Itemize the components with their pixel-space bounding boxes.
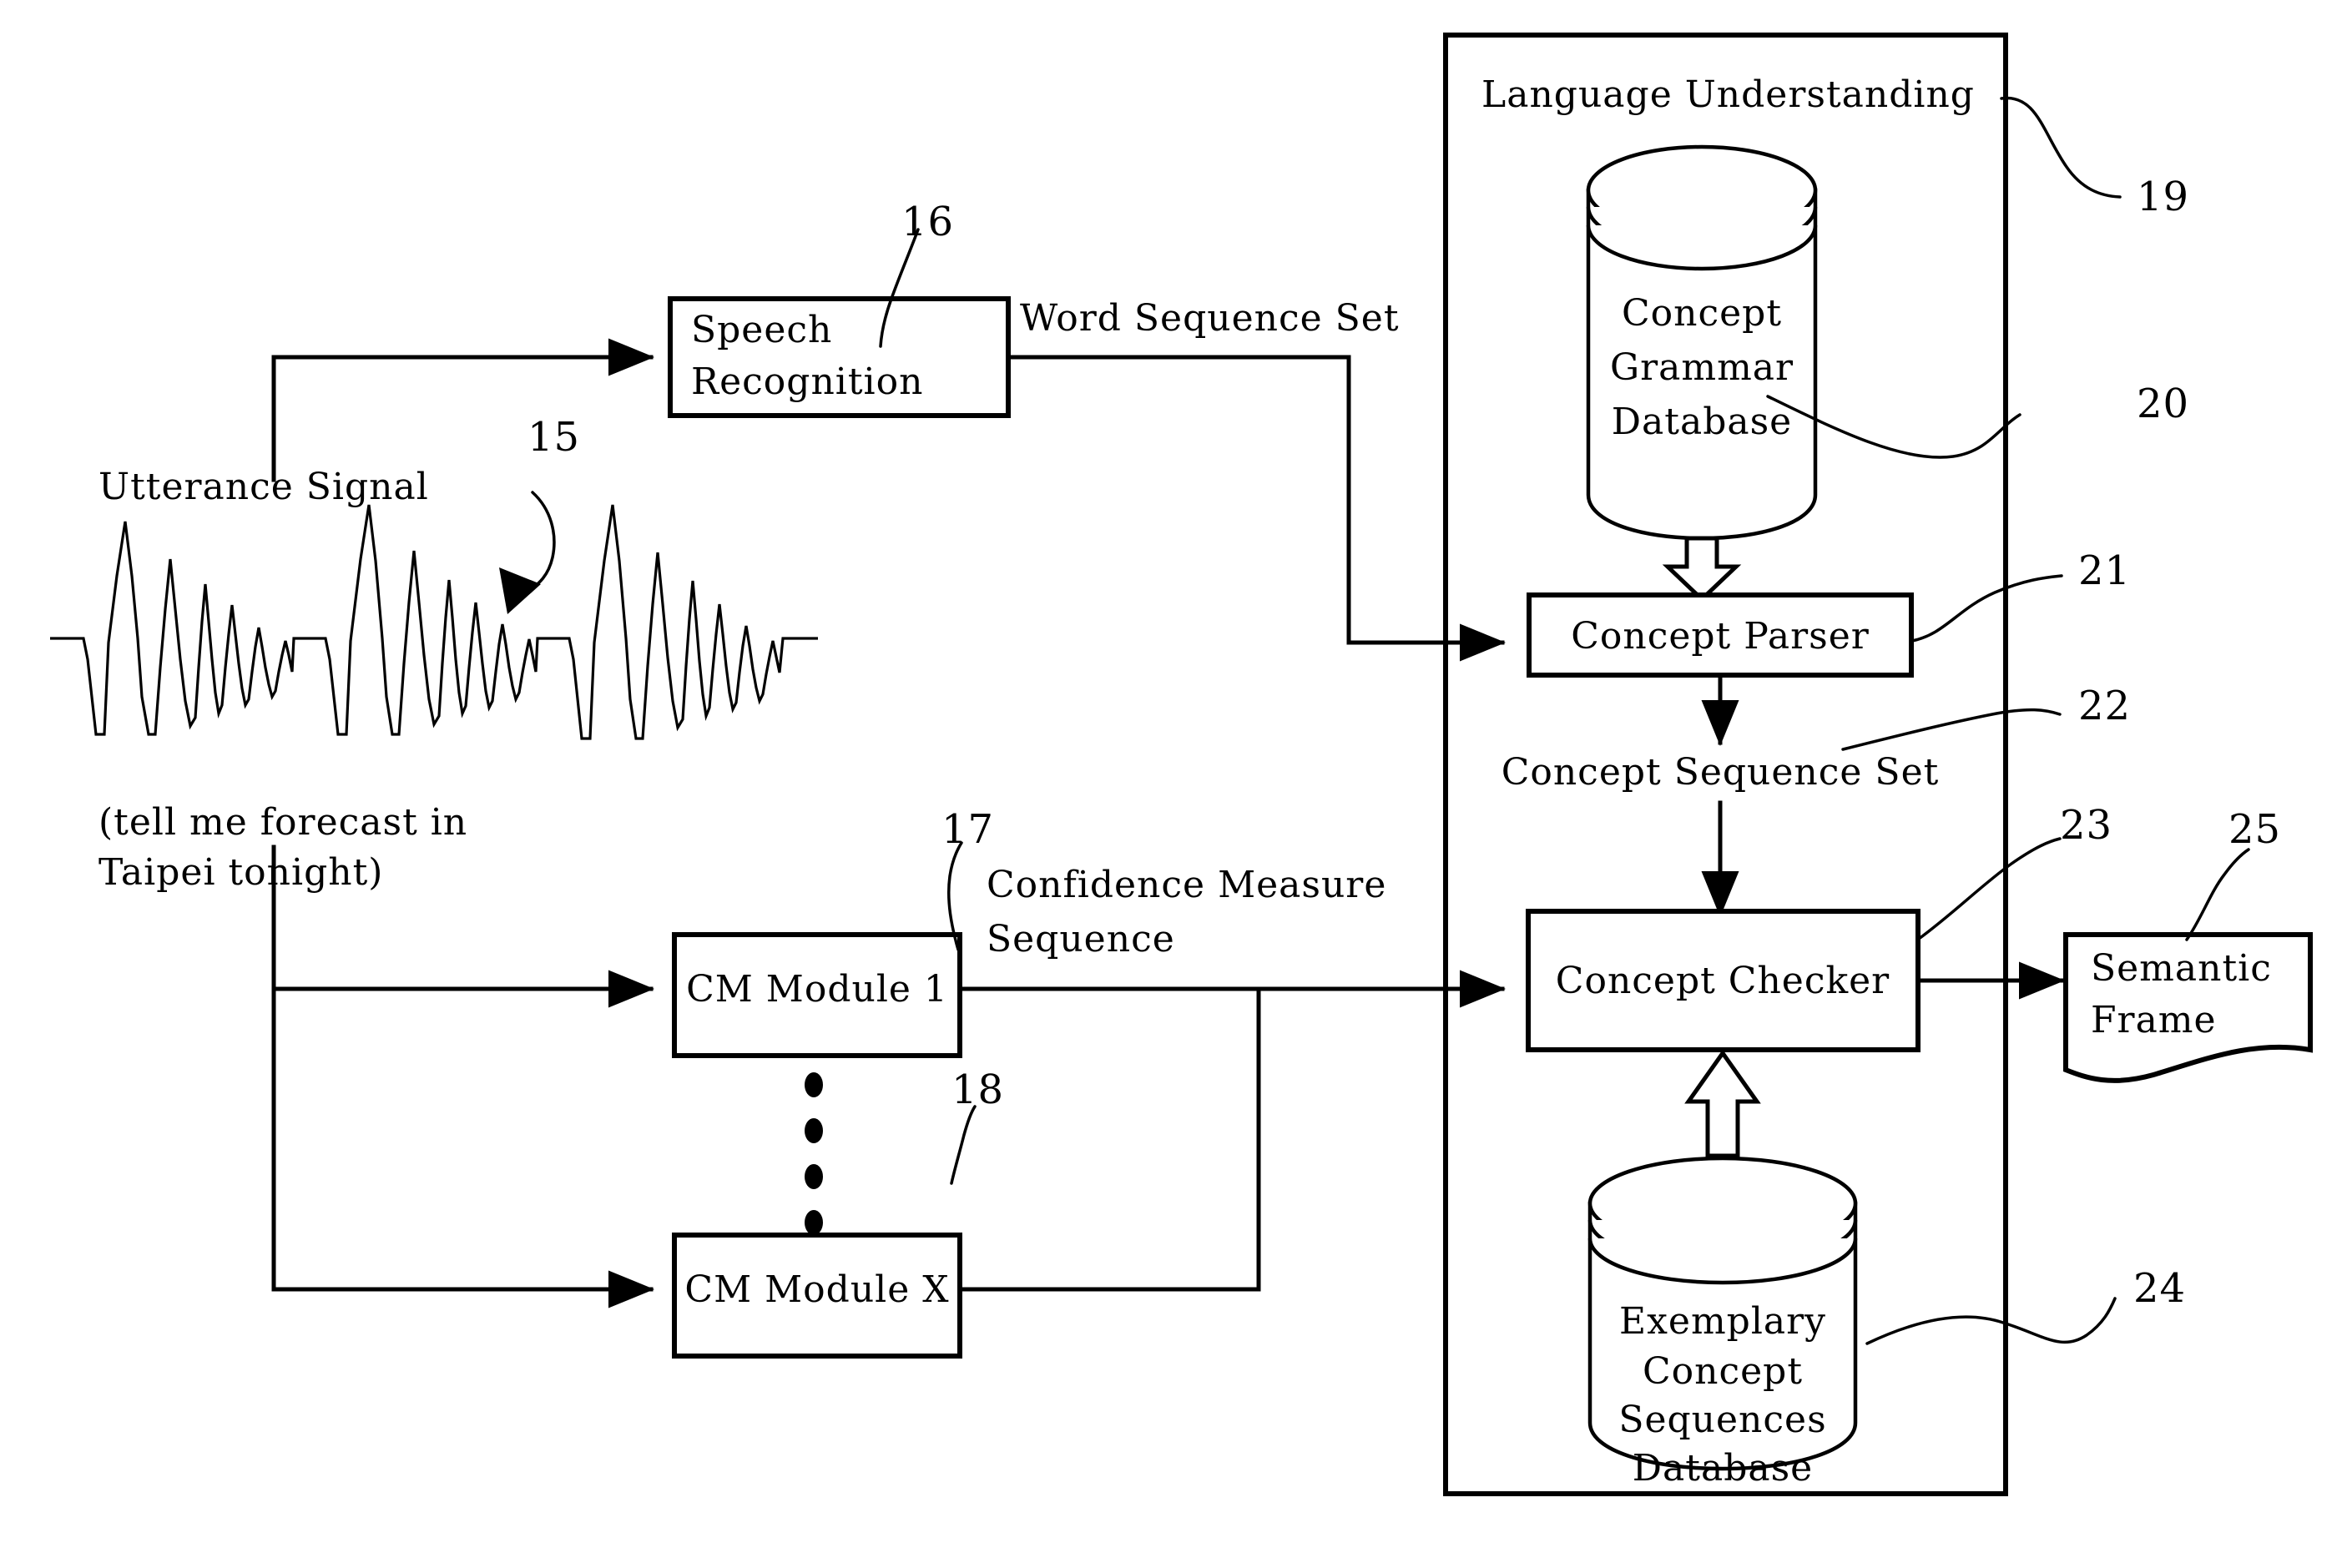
utterance-waveform bbox=[50, 504, 818, 740]
ref-number-24: 24 bbox=[2133, 1265, 2186, 1312]
cm-module-1-group: CM Module 1 17 bbox=[672, 806, 994, 1058]
word-sequence-set-route bbox=[1006, 355, 1507, 662]
semantic-frame-line1: Semantic bbox=[2091, 947, 2272, 990]
ellipsis-dot-3 bbox=[805, 1164, 823, 1189]
ref-number-25: 25 bbox=[2228, 806, 2281, 853]
cm-module-x-label: CM Module X bbox=[684, 1268, 949, 1311]
ref-number-20: 20 bbox=[2137, 381, 2189, 427]
utterance-signal-group: Utterance Signal 15 (tell me forecast in… bbox=[50, 414, 818, 894]
ellipsis-dot-4 bbox=[805, 1210, 823, 1235]
concept-checker-label: Concept Checker bbox=[1556, 960, 1890, 1002]
exemplary-db-line1: Exemplary bbox=[1619, 1300, 1826, 1343]
ellipsis-dot-1 bbox=[805, 1072, 823, 1097]
concept-parser-label: Concept Parser bbox=[1571, 615, 1870, 658]
exemplary-db-line2: Concept bbox=[1643, 1350, 1803, 1393]
confidence-measure-line1: Confidence Measure bbox=[987, 864, 1386, 906]
leader-line-25 bbox=[2185, 848, 2250, 941]
diagram-canvas: Language Understanding 19 Concept Gramma… bbox=[50, 33, 2313, 1496]
leader-line-15 bbox=[529, 491, 556, 591]
semantic-frame-line2: Frame bbox=[2091, 999, 2217, 1041]
exemplary-db-line3: Sequences bbox=[1618, 1399, 1826, 1441]
ref-number-17: 17 bbox=[941, 806, 994, 853]
cm-modules-ellipsis bbox=[805, 1072, 823, 1235]
cm-module-1-label: CM Module 1 bbox=[686, 968, 948, 1011]
speech-recognition-line1: Speech bbox=[691, 309, 832, 351]
ref-number-19: 19 bbox=[2137, 174, 2189, 220]
patent-figure: Language Understanding 19 Concept Gramma… bbox=[0, 0, 2347, 1568]
leader-line-19 bbox=[2000, 96, 2122, 199]
concept-grammar-db-line3: Database bbox=[1612, 401, 1792, 443]
leader-arrowhead-15 bbox=[499, 567, 541, 614]
leader-line-18 bbox=[950, 1105, 977, 1185]
cm-module-x-output-line bbox=[957, 986, 1261, 1292]
confidence-measure-line2: Sequence bbox=[987, 918, 1175, 960]
speech-recognition-line2: Recognition bbox=[691, 360, 923, 403]
concept-grammar-db-line2: Grammar bbox=[1610, 346, 1794, 389]
speech-recognition-group: Speech Recognition 16 bbox=[668, 199, 1011, 418]
utterance-signal-label: Utterance Signal bbox=[98, 466, 429, 508]
utterance-to-cm-module-x-line bbox=[271, 845, 655, 1308]
word-sequence-set-label: Word Sequence Set bbox=[1020, 297, 1400, 340]
ref-number-22: 22 bbox=[2078, 683, 2131, 729]
ref-number-16: 16 bbox=[901, 199, 954, 245]
ref-number-15: 15 bbox=[527, 414, 580, 461]
exemplary-db-line4: Database bbox=[1633, 1447, 1813, 1490]
word-sequence-set-group: Word Sequence Set bbox=[1006, 297, 1507, 662]
ellipsis-dot-2 bbox=[805, 1118, 823, 1143]
cm-module-x-group: CM Module X 18 bbox=[672, 1066, 1004, 1359]
concept-grammar-db-line1: Concept bbox=[1622, 292, 1782, 335]
utterance-to-speech-recognition-line bbox=[271, 338, 655, 482]
ref-number-18: 18 bbox=[951, 1066, 1004, 1113]
ref-number-23: 23 bbox=[2060, 802, 2112, 849]
ref-number-21: 21 bbox=[2078, 547, 2131, 594]
confidence-measure-sequence-group: Confidence Measure Sequence bbox=[957, 864, 1507, 1292]
language-understanding-label: Language Understanding bbox=[1481, 73, 1975, 116]
concept-sequence-set-label: Concept Sequence Set bbox=[1502, 751, 1940, 794]
utterance-transcript-line2: Taipei tonight) bbox=[98, 851, 383, 894]
utterance-transcript-line1: (tell me forecast in bbox=[98, 801, 467, 844]
